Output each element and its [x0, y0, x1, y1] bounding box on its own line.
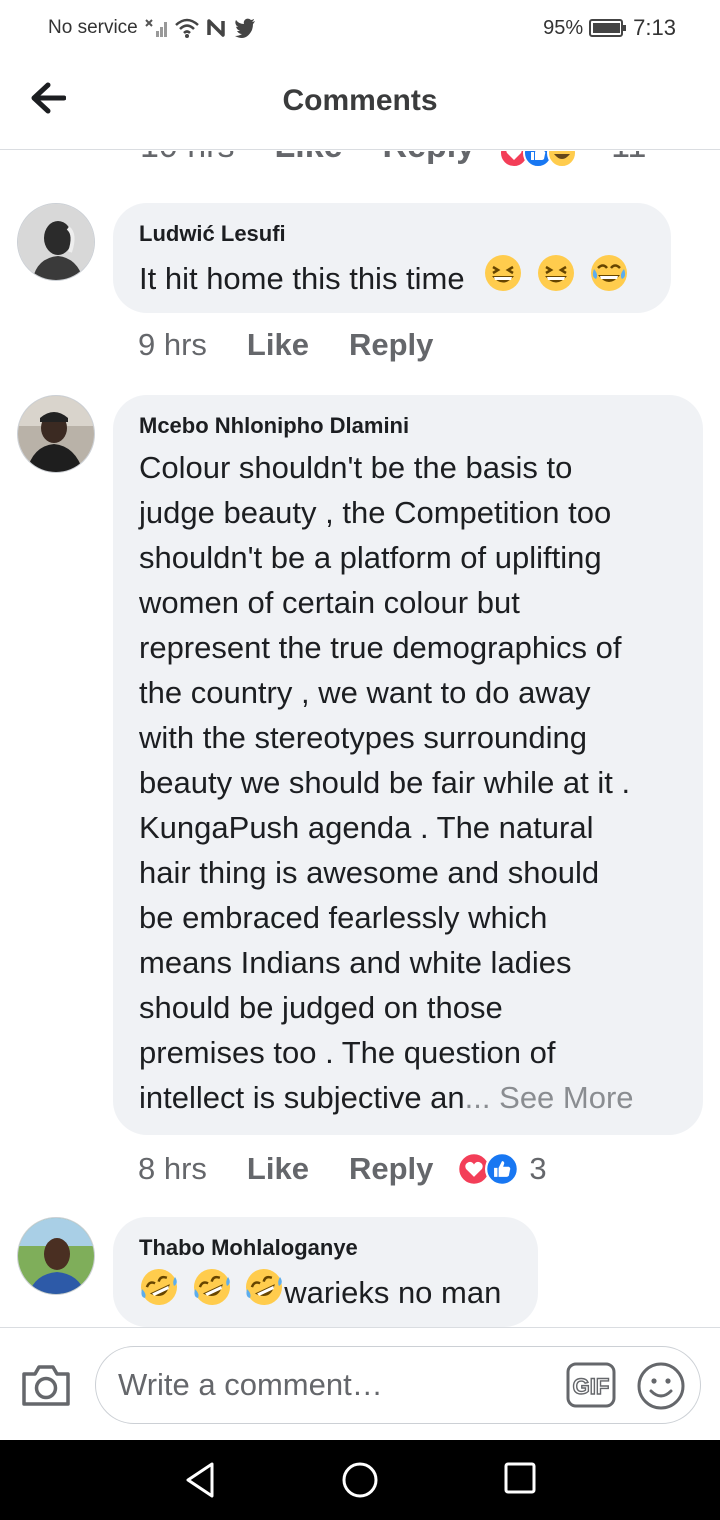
comment-meta: 8 hrs Like Reply 3 [138, 1151, 547, 1187]
gif-button[interactable]: GIF [566, 1362, 616, 1408]
person-photo-icon [18, 1218, 94, 1294]
comment-time: 10 hrs [140, 151, 235, 166]
wifi-icon [174, 18, 199, 38]
comment-line: beauty we should be fair while at it . [139, 765, 631, 800]
ellipsis: ... [464, 1080, 491, 1115]
commenter-name[interactable]: Mcebo Nhlonipho Dlamini [139, 413, 677, 439]
comment-composer: Write a comment… GIF [0, 1327, 720, 1440]
like-link[interactable]: Like [247, 1151, 309, 1187]
haha-reaction-icon [547, 151, 578, 168]
comment-line: shouldn't be a platform of uplifting [139, 540, 602, 575]
comment-line: KungaPush agenda . The natural [139, 810, 594, 845]
see-more-link[interactable]: See More [499, 1080, 633, 1115]
comment-line: women of certain colour but [139, 585, 520, 620]
carrier-text: No service [48, 17, 138, 38]
camera-icon [22, 1365, 70, 1406]
triangle-back-icon [186, 1462, 214, 1498]
battery-icon [589, 19, 627, 37]
reactions-summary[interactable] [499, 151, 578, 168]
square-recents-icon [504, 1462, 536, 1494]
nav-home-button[interactable] [340, 1460, 380, 1500]
comment-text: warieks no man [139, 1267, 512, 1315]
status-left: No service [48, 17, 256, 39]
clock: 7:13 [633, 15, 676, 40]
rolling-laughing-face-icon [193, 1269, 230, 1305]
comment-text: Colour shouldn't be the basis to judge b… [139, 445, 677, 1120]
comment-line: with the stereotypes surrounding [139, 720, 588, 755]
comment-line: be embraced fearlessly which [139, 900, 548, 935]
rolling-laughing-face-icon [246, 1269, 283, 1305]
person-photo-icon [18, 204, 94, 280]
emoji-button[interactable] [636, 1361, 686, 1411]
comment-line: Colour shouldn't be the basis to [139, 450, 573, 485]
avatar[interactable] [17, 395, 95, 473]
like-link[interactable]: Like [247, 327, 309, 363]
gif-label: GIF [573, 1374, 610, 1399]
comment-text: It hit home this this time [139, 253, 645, 301]
grinning-squinting-face-icon [537, 255, 574, 291]
battery-percent: 95% [543, 16, 584, 39]
page-title: Comments [282, 84, 438, 117]
signal-off-icon [145, 19, 167, 37]
person-photo-icon [18, 396, 94, 472]
comment-input-placeholder: Write a comment… [118, 1367, 383, 1402]
comment-text-body: It hit home this this time [139, 261, 465, 296]
comment-time: 8 hrs [138, 1151, 207, 1186]
rolling-laughing-face-icon [141, 1269, 177, 1305]
reply-link[interactable]: Reply [349, 1151, 433, 1187]
comment-text-body: warieks no man [284, 1275, 502, 1310]
reply-link[interactable]: Reply [349, 327, 433, 363]
comment-time: 9 hrs [138, 327, 207, 362]
commenter-name[interactable]: Ludwić Lesufi [139, 221, 645, 247]
camera-button[interactable] [20, 1360, 72, 1410]
commenter-name[interactable]: Thabo Mohlaloganye [139, 1235, 512, 1261]
reactions-summary[interactable]: 3 [457, 1151, 547, 1187]
comment-line: the country , we want to do away [139, 675, 591, 710]
reply-link[interactable]: Reply [383, 151, 476, 166]
app-header: Comments [0, 56, 720, 150]
comment-bubble[interactable]: Thabo Mohlaloganye warieks no man [113, 1217, 538, 1327]
previous-comment-meta: 10 hrs Like Reply 11 [0, 151, 720, 177]
circle-home-icon [342, 1462, 378, 1498]
avatar[interactable] [17, 203, 95, 281]
status-right: 95% 7:13 [543, 15, 676, 41]
comment-input[interactable]: Write a comment… GIF [95, 1346, 701, 1424]
smiley-icon [637, 1362, 685, 1410]
comment-line: means Indians and white ladies [139, 945, 572, 980]
comment-line: represent the true demographics of [139, 630, 622, 665]
gif-icon: GIF [566, 1362, 616, 1408]
status-bar: No service 95% 7:13 [0, 0, 720, 56]
comment-bubble[interactable]: Ludwić Lesufi It hit home this this time [113, 203, 671, 313]
comment-line: intellect is subjective an [139, 1080, 465, 1115]
comment-line: hair thing is awesome and should [139, 855, 600, 890]
nav-back-button[interactable] [182, 1460, 222, 1500]
comment-last-line: intellect is subjective an... See More [139, 1075, 677, 1120]
like-reaction-icon [485, 1152, 520, 1186]
like-link[interactable]: Like [275, 151, 343, 166]
nav-recents-button[interactable] [502, 1460, 542, 1500]
nfc-icon [207, 19, 225, 37]
comment-line: judge beauty , the Competition too [139, 495, 612, 530]
tears-of-joy-face-icon [590, 255, 627, 291]
avatar[interactable] [17, 1217, 95, 1295]
reaction-count: 3 [529, 1151, 547, 1186]
comment-meta: 9 hrs Like Reply [138, 327, 433, 363]
reaction-count: 11 [611, 151, 646, 166]
comment-line: should be judged on those [139, 990, 503, 1025]
comment-line: premises too . The question of [139, 1035, 556, 1070]
twitter-icon [234, 18, 255, 38]
system-nav-bar [0, 1440, 720, 1520]
comment-bubble[interactable]: Mcebo Nhlonipho Dlamini Colour shouldn't… [113, 395, 703, 1135]
grinning-squinting-face-icon [485, 255, 522, 291]
